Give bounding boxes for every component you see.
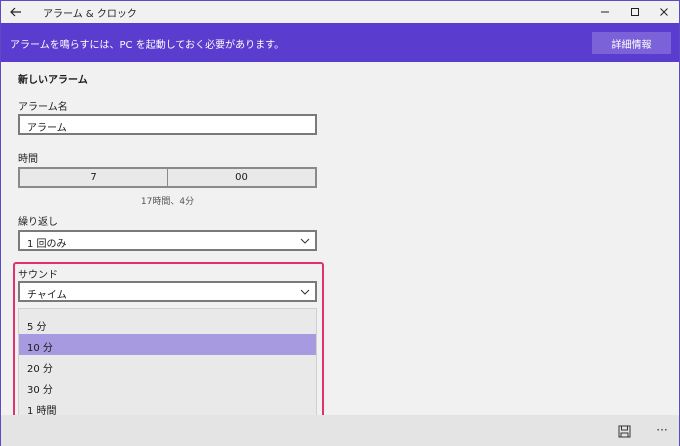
close-icon [660,8,668,16]
app-title: アラーム & クロック [43,9,137,20]
maximize-icon [631,8,639,16]
save-icon [618,425,630,437]
banner-message: アラームを鳴らすには、PC を起動しておく必要があります。 [10,40,285,51]
chevron-down-icon [300,289,310,295]
minimize-icon [601,11,609,13]
chevron-down-icon [300,238,310,244]
time-picker[interactable]: 7 00 [18,167,317,188]
snooze-dropdown-list: 5 分 10 分 20 分 30 分 1 時間 [18,308,317,418]
sound-value: チャイム [27,290,67,301]
info-banner: アラームを鳴らすには、PC を起動しておく必要があります。 [1,23,679,62]
option-5-min[interactable]: 5 分 [19,313,316,334]
alarm-name-input[interactable]: アラーム [18,114,317,135]
alarm-name-label: アラーム名 [18,102,68,113]
maximize-button[interactable] [620,1,650,23]
option-30-min[interactable]: 30 分 [19,376,316,397]
repeat-label: 繰り返し [18,217,58,228]
details-button[interactable]: 詳細情報 [592,32,671,54]
command-bar: ··· [1,415,679,446]
more-button[interactable]: ··· [651,420,673,440]
app-window: アラーム & クロック アラームを鳴らすには、PC を起動しておく必要があります… [0,0,680,446]
save-button[interactable] [614,422,634,440]
title-bar: アラーム & クロック [1,1,679,23]
sound-label: サウンド [18,270,58,281]
sound-select[interactable]: チャイム [18,281,317,302]
time-label: 時間 [18,154,38,165]
back-arrow-icon [10,7,21,17]
minimize-button[interactable] [590,1,620,23]
page-title: 新しいアラーム [18,75,88,86]
back-button[interactable] [6,3,26,21]
close-button[interactable] [649,1,679,23]
time-remaining: 17時間、4分 [140,197,195,207]
repeat-select[interactable]: 1 回のみ [18,230,317,251]
hour-cell[interactable]: 7 [20,169,167,186]
minute-cell[interactable]: 00 [167,169,315,186]
repeat-value: 1 回のみ [27,239,67,250]
option-10-min[interactable]: 10 分 [19,334,316,355]
option-20-min[interactable]: 20 分 [19,355,316,376]
